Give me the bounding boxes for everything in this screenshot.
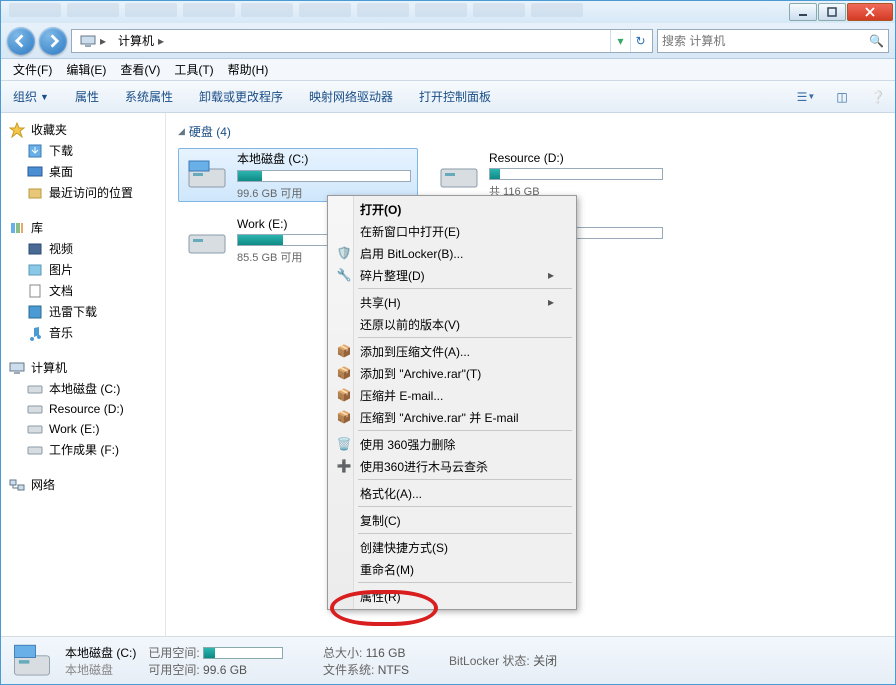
ctx-rename[interactable]: 重命名(M) (330, 558, 574, 580)
computer-icon (80, 33, 96, 49)
drive-icon (437, 155, 481, 195)
menu-help[interactable]: 帮助(H) (222, 59, 275, 80)
libraries-header[interactable]: 库 (7, 217, 165, 238)
winrar-icon: 📦 (336, 365, 352, 381)
used-bar (203, 647, 283, 659)
sidebar-music[interactable]: 音乐 (7, 322, 165, 343)
organize-button[interactable]: 组织▼ (9, 84, 53, 109)
sidebar-desktop[interactable]: 桌面 (7, 161, 165, 182)
browser-tabs-faded (9, 3, 583, 17)
tb-properties[interactable]: 属性 (71, 84, 103, 109)
winrar-icon: 📦 (336, 387, 352, 403)
help-icon[interactable]: ❔ (869, 88, 887, 106)
menu-tools[interactable]: 工具(T) (168, 59, 219, 80)
address-arrow: ▸ (158, 34, 164, 48)
ctx-zip-email[interactable]: 📦压缩并 E-mail... (330, 384, 574, 406)
sidebar-drive-f[interactable]: 工作成果 (F:) (7, 439, 165, 460)
sidebar-downloads[interactable]: 下载 (7, 140, 165, 161)
network-header[interactable]: 网络 (7, 474, 165, 495)
details-pane: 本地磁盘 (C:) 本地磁盘 已用空间: 可用空间: 99.6 GB 总大小: … (1, 636, 895, 684)
sidebar-documents[interactable]: 文档 (7, 280, 165, 301)
tb-uninstall[interactable]: 卸载或更改程序 (195, 84, 287, 109)
maximize-button[interactable] (818, 3, 846, 21)
address-root[interactable]: ▸ (74, 30, 112, 52)
minimize-button[interactable] (789, 3, 817, 21)
address-segment-computer[interactable]: 计算机 ▸ (112, 30, 170, 52)
ctx-360-scan[interactable]: ➕使用360进行木马云查杀 (330, 455, 574, 477)
ctx-open-new-window[interactable]: 在新窗口中打开(E) (330, 220, 574, 242)
tb-control-panel[interactable]: 打开控制面板 (415, 84, 495, 109)
ctx-create-shortcut[interactable]: 创建快捷方式(S) (330, 536, 574, 558)
ctx-properties[interactable]: 属性(R) (330, 585, 574, 607)
drive-d[interactable]: Resource (D:) 共 116 GB (430, 148, 670, 202)
navigation-bar: ▸ 计算机 ▸ ▾ ↻ 🔍 (1, 23, 895, 59)
drive-icon-large (11, 640, 53, 682)
tb-map-drive[interactable]: 映射网络驱动器 (305, 84, 397, 109)
drive-usage-bar (237, 170, 411, 182)
navigation-pane: 收藏夹 下载 桌面 最近访问的位置 库 视频 图片 文档 迅雷下载 音乐 计算机… (1, 113, 166, 636)
sidebar-xunlei[interactable]: 迅雷下载 (7, 301, 165, 322)
back-button[interactable] (7, 27, 35, 55)
ctx-bitlocker[interactable]: 🛡️启用 BitLocker(B)... (330, 242, 574, 264)
ctx-360-delete[interactable]: 🗑️使用 360强力删除 (330, 433, 574, 455)
titlebar[interactable] (1, 1, 895, 23)
sidebar-pictures[interactable]: 图片 (7, 259, 165, 280)
shield-icon: 🛡️ (336, 245, 352, 261)
command-bar: 组织▼ 属性 系统属性 卸载或更改程序 映射网络驱动器 打开控制面板 ☰▼ ◫ … (1, 81, 895, 113)
defrag-icon: 🔧 (336, 267, 352, 283)
ctx-copy[interactable]: 复制(C) (330, 509, 574, 531)
ctx-open[interactable]: 打开(O) (330, 198, 574, 220)
ctx-add-to-rar[interactable]: 📦添加到 "Archive.rar"(T) (330, 362, 574, 384)
ctx-share[interactable]: 共享(H)▸ (330, 291, 574, 313)
forward-button[interactable] (39, 27, 67, 55)
address-text: 计算机 (118, 32, 154, 49)
address-dropdown[interactable]: ▾ (610, 30, 630, 52)
sidebar-videos[interactable]: 视频 (7, 238, 165, 259)
360-scan-icon: ➕ (336, 458, 352, 474)
drive-icon (185, 221, 229, 261)
menu-view[interactable]: 查看(V) (114, 59, 166, 80)
group-header-drives[interactable]: ◢硬盘 (4) (178, 119, 883, 148)
status-drive-type: 本地磁盘 (65, 661, 136, 678)
favorites-header[interactable]: 收藏夹 (7, 119, 165, 140)
search-box[interactable]: 🔍 (657, 29, 889, 53)
close-button[interactable] (847, 3, 893, 21)
drive-name: Resource (D:) (489, 151, 663, 165)
address-bar[interactable]: ▸ 计算机 ▸ ▾ ↻ (71, 29, 653, 53)
sidebar-drive-c[interactable]: 本地磁盘 (C:) (7, 378, 165, 399)
refresh-button[interactable]: ↻ (630, 30, 650, 52)
menu-edit[interactable]: 编辑(E) (60, 59, 112, 80)
drive-usage-bar (489, 168, 663, 180)
computer-header[interactable]: 计算机 (7, 357, 165, 378)
view-options-icon[interactable]: ☰▼ (797, 88, 815, 106)
ctx-zip-to-email[interactable]: 📦压缩到 "Archive.rar" 并 E-mail (330, 406, 574, 428)
ctx-format[interactable]: 格式化(A)... (330, 482, 574, 504)
winrar-icon: 📦 (336, 343, 352, 359)
address-arrow: ▸ (100, 34, 106, 48)
status-drive-name: 本地磁盘 (C:) (65, 644, 136, 661)
drive-name: 本地磁盘 (C:) (237, 150, 411, 167)
preview-pane-icon[interactable]: ◫ (833, 88, 851, 106)
context-menu: 打开(O) 在新窗口中打开(E) 🛡️启用 BitLocker(B)... 🔧碎… (327, 195, 577, 610)
360-icon: 🗑️ (336, 436, 352, 452)
winrar-icon: 📦 (336, 409, 352, 425)
menu-bar: 文件(F) 编辑(E) 查看(V) 工具(T) 帮助(H) (1, 59, 895, 81)
sidebar-drive-d[interactable]: Resource (D:) (7, 399, 165, 419)
ctx-restore-previous[interactable]: 还原以前的版本(V) (330, 313, 574, 335)
menu-file[interactable]: 文件(F) (7, 59, 58, 80)
ctx-add-archive[interactable]: 📦添加到压缩文件(A)... (330, 340, 574, 362)
sidebar-recent[interactable]: 最近访问的位置 (7, 182, 165, 203)
drive-icon (185, 155, 229, 195)
ctx-defrag[interactable]: 🔧碎片整理(D)▸ (330, 264, 574, 286)
drive-c[interactable]: 本地磁盘 (C:) 99.6 GB 可用 (178, 148, 418, 202)
search-icon[interactable]: 🔍 (869, 34, 884, 48)
tb-system-properties[interactable]: 系统属性 (121, 84, 177, 109)
search-input[interactable] (662, 34, 869, 48)
sidebar-drive-e[interactable]: Work (E:) (7, 419, 165, 439)
